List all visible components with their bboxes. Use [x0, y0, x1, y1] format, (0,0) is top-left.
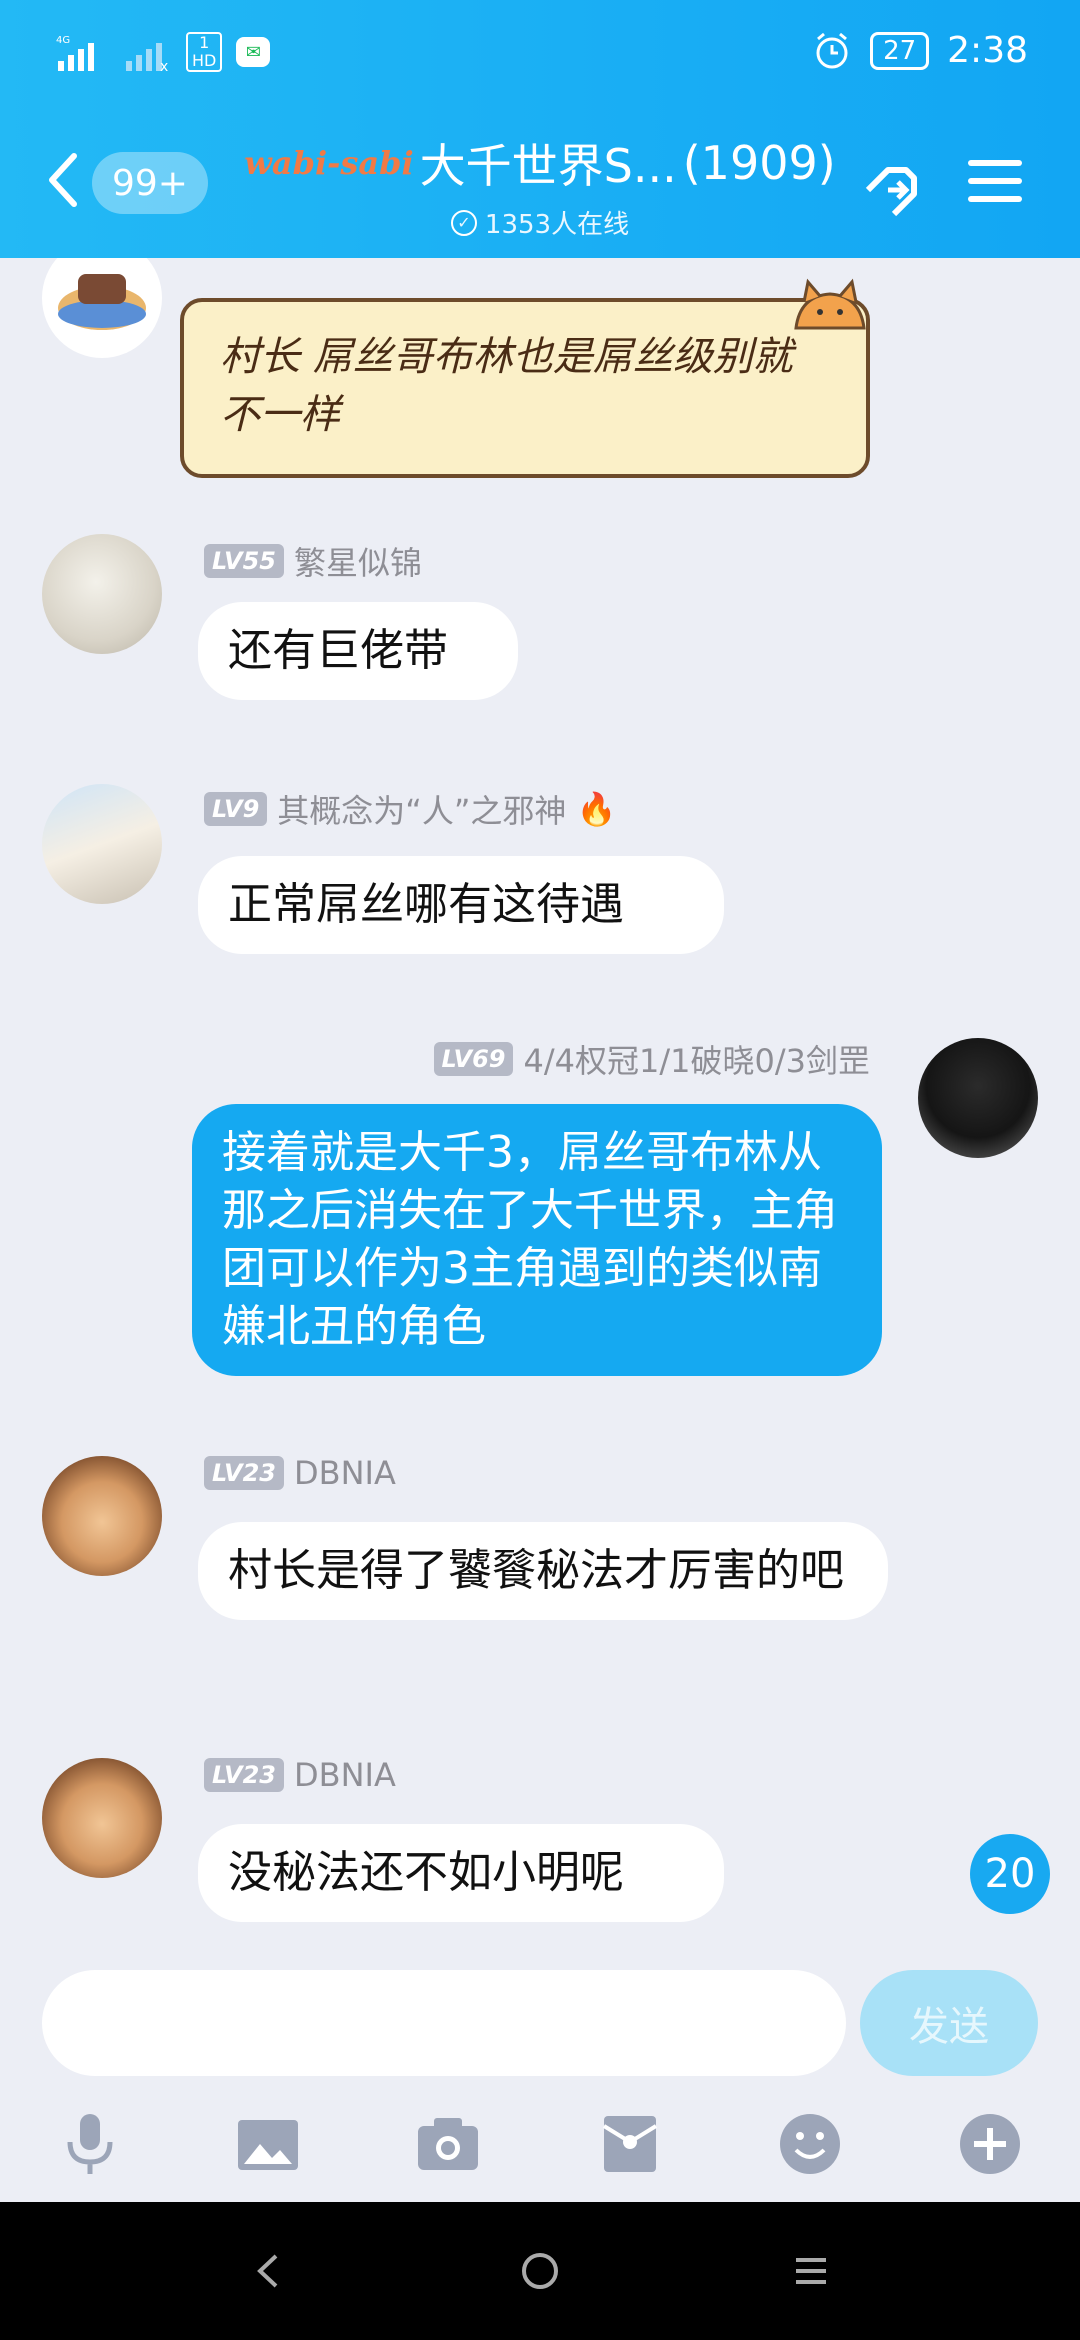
group-name: 大千世界S...: [419, 139, 677, 193]
message-bubble-outgoing[interactable]: 接着就是大千3，屌丝哥布林从那之后消失在了大千世界，主角团可以作为3主角遇到的类…: [192, 1104, 882, 1376]
redpacket-icon[interactable]: [598, 2112, 662, 2176]
send-button[interactable]: 发送: [860, 1970, 1038, 2076]
message-text: 接着就是大千3，屌丝哥布林从那之后消失在了大千世界，主角团可以作为3主角遇到的类…: [222, 1127, 838, 1352]
menu-icon[interactable]: [966, 156, 1024, 206]
avatar[interactable]: [42, 534, 162, 654]
sender-meta: LV9 其概念为“人”之邪神 🔥: [204, 786, 616, 832]
share-icon[interactable]: [858, 150, 932, 224]
sender-meta: LV23 DBNIA: [204, 1454, 396, 1492]
svg-text:4G: 4G: [56, 35, 70, 46]
new-message-count-badge[interactable]: 20: [970, 1834, 1050, 1914]
status-bar: 4G x 1 HD ✉ 27 2:38: [0, 0, 1080, 108]
message-bubble[interactable]: 村长是得了饕餮秘法才厉害的吧: [198, 1522, 888, 1620]
sender-meta: LV55 繁星似锦: [204, 538, 422, 584]
message-list[interactable]: 村长 屌丝哥布林也是屌丝级别就不一样 LV55 繁星似锦 还有巨佬带 LV9 其…: [0, 258, 1080, 1962]
composer: 发送: [0, 1962, 1080, 2202]
level-badge: LV23: [204, 1456, 284, 1490]
avatar[interactable]: [42, 1758, 162, 1878]
avatar[interactable]: [42, 784, 162, 904]
back-icon[interactable]: [44, 150, 84, 210]
sender-meta: LV23 DBNIA: [204, 1756, 396, 1794]
camera-icon[interactable]: [416, 2112, 480, 2176]
battery-indicator: 27: [870, 31, 930, 70]
group-prefix-logo: wabi-sabi: [244, 144, 414, 182]
plus-icon[interactable]: [958, 2112, 1022, 2176]
input-toolbar: [0, 2112, 1080, 2202]
message-text: 正常屌丝哪有这待遇: [228, 879, 624, 930]
clock: 2:38: [947, 30, 1028, 71]
message-text: 没秘法还不如小明呢: [228, 1847, 624, 1898]
message-bubble[interactable]: 没秘法还不如小明呢: [198, 1824, 724, 1922]
message-text: 村长 屌丝哥布林也是屌丝级别就不一样: [220, 334, 793, 438]
message-text: 村长是得了饕餮秘法才厉害的吧: [228, 1545, 844, 1596]
nav-back-icon[interactable]: [244, 2246, 294, 2296]
cat-decoration-icon: [794, 278, 866, 330]
message-input[interactable]: [42, 1970, 846, 2076]
member-count: (1909): [682, 136, 836, 190]
mic-icon[interactable]: [58, 2112, 122, 2176]
level-badge: LV23: [204, 1758, 284, 1792]
message-bubble[interactable]: 还有巨佬带: [198, 602, 518, 700]
sender-name[interactable]: 其概念为“人”之邪神: [277, 786, 566, 832]
image-icon[interactable]: [236, 2112, 300, 2176]
message-text: 还有巨佬带: [228, 625, 448, 676]
sticker-note-message[interactable]: 村长 屌丝哥布林也是屌丝级别就不一样: [180, 298, 870, 478]
emoji-icon[interactable]: [778, 2112, 842, 2176]
wechat-icon: ✉: [236, 37, 271, 67]
nav-home-icon[interactable]: [515, 2246, 565, 2296]
signal-2-icon: x: [126, 43, 168, 71]
system-nav-bar: [0, 2202, 1080, 2340]
avatar[interactable]: [918, 1038, 1038, 1158]
level-badge: LV55: [204, 544, 284, 578]
svg-text:x: x: [160, 59, 168, 71]
sender-name[interactable]: 繁星似锦: [294, 538, 422, 584]
sender-name[interactable]: 4/4权冠1/1破晓0/3剑罡: [523, 1036, 870, 1082]
sender-name[interactable]: DBNIA: [294, 1454, 396, 1492]
sender-meta: LV69 4/4权冠1/1破晓0/3剑罡: [433, 1036, 870, 1082]
nav-menu-icon[interactable]: [786, 2246, 836, 2296]
fire-icon: 🔥: [576, 790, 617, 828]
alarm-icon: [816, 32, 848, 68]
sim-hd-icon: 1 HD: [186, 32, 223, 72]
signal-icon: 4G: [56, 35, 94, 71]
avatar[interactable]: [42, 258, 162, 358]
sender-name[interactable]: DBNIA: [294, 1756, 396, 1794]
message-bubble[interactable]: 正常屌丝哪有这待遇: [198, 856, 724, 954]
group-title[interactable]: wabi-sabi 大千世界S... (1909) ✓ 1353人在线: [240, 130, 840, 241]
unread-badge[interactable]: 99+: [92, 152, 208, 214]
chat-header: 4G x 1 HD ✉ 27 2:38 99+ wabi-sabi 大千世界S.…: [0, 0, 1080, 258]
online-count: 1353人在线: [484, 210, 630, 240]
level-badge: LV9: [204, 792, 268, 826]
avatar[interactable]: [42, 1456, 162, 1576]
online-check-icon: ✓: [450, 209, 477, 236]
level-badge: LV69: [433, 1042, 514, 1076]
